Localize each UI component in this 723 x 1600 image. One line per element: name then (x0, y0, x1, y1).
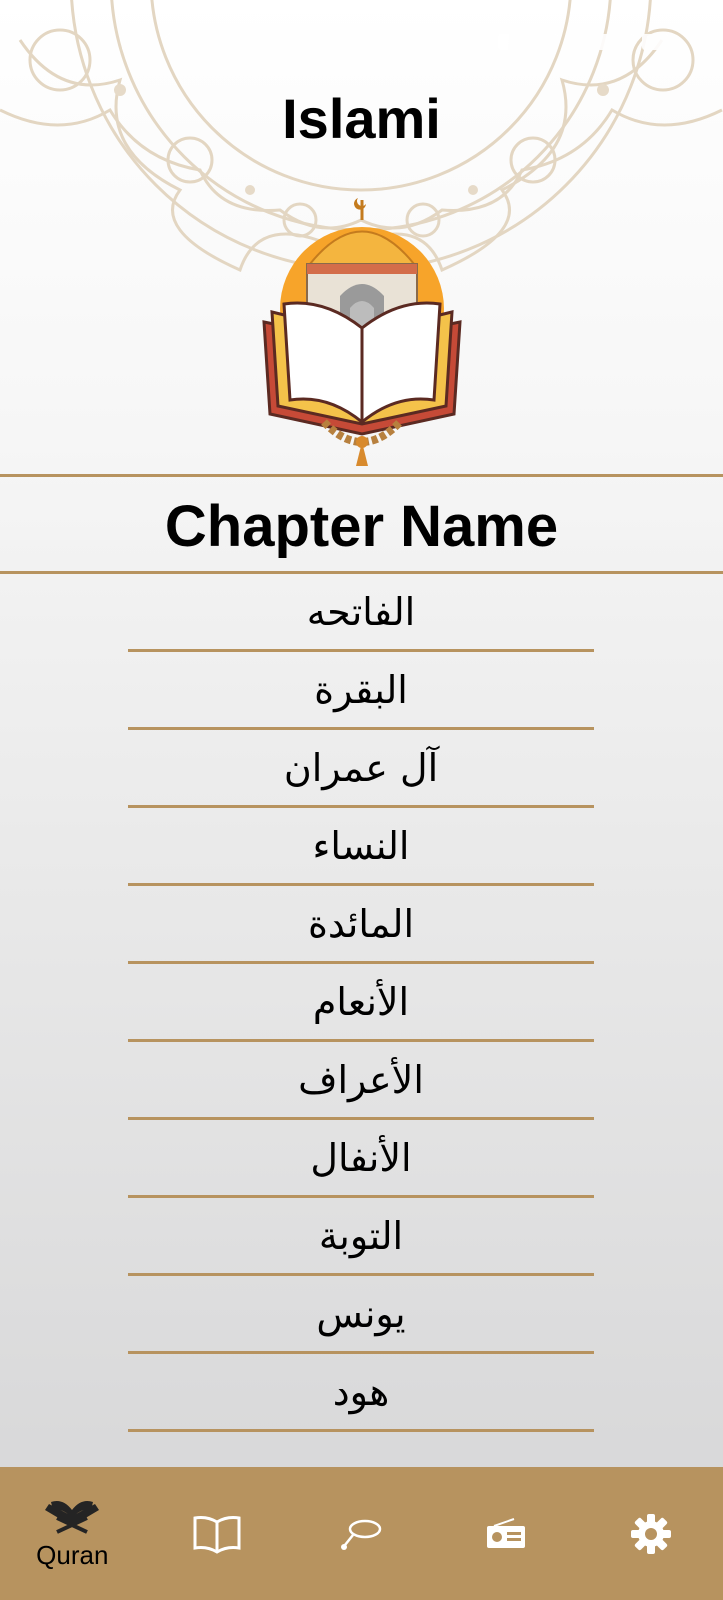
chapter-item[interactable]: المائدة (128, 886, 594, 964)
gear-icon (630, 1513, 671, 1554)
notification-icon (92, 34, 114, 50)
nav-item-radio[interactable] (434, 1467, 579, 1600)
signal-icon (498, 34, 558, 50)
islami-logo (262, 198, 462, 466)
nav-label-quran: Quran (36, 1540, 109, 1570)
notification-icon (122, 34, 144, 50)
chapter-item[interactable]: الأعراف (128, 1042, 594, 1120)
app-title: Islami (282, 87, 441, 150)
wifi-icon (574, 34, 634, 50)
nav-item-sebha[interactable] (289, 1467, 434, 1600)
open-book-icon (193, 1515, 241, 1554)
chapter-item[interactable]: هود (128, 1354, 594, 1432)
chapter-item[interactable]: الأنعام (128, 964, 594, 1042)
record-icon (164, 33, 182, 51)
header-top-divider (0, 474, 723, 477)
chapter-item[interactable]: التوبة (128, 1198, 594, 1276)
chapter-list-header: Chapter Name (164, 493, 559, 559)
sebha-icon (341, 1519, 382, 1550)
chapter-list: الفاتحه البقرة آل عمران النساء المائدة الأنعا… (128, 574, 594, 1432)
nav-item-settings[interactable] (578, 1467, 723, 1600)
chapter-item[interactable]: البقرة (128, 652, 594, 730)
chapter-item[interactable]: يونس (128, 1276, 594, 1354)
battery-icon (642, 34, 668, 50)
chapter-item[interactable]: الأنفال (128, 1120, 594, 1198)
bottom-navigation-bar: Quran (0, 1467, 723, 1600)
nav-item-hadith[interactable] (145, 1467, 290, 1600)
chapter-item[interactable]: النساء (128, 808, 594, 886)
chapter-item[interactable]: آل عمران (128, 730, 594, 808)
chapter-item[interactable]: الفاتحه (128, 574, 594, 652)
status-bar (92, 33, 668, 51)
nav-item-quran[interactable]: Quran (0, 1467, 145, 1600)
quran-book-icon (45, 1501, 100, 1534)
radio-icon (487, 1517, 526, 1548)
